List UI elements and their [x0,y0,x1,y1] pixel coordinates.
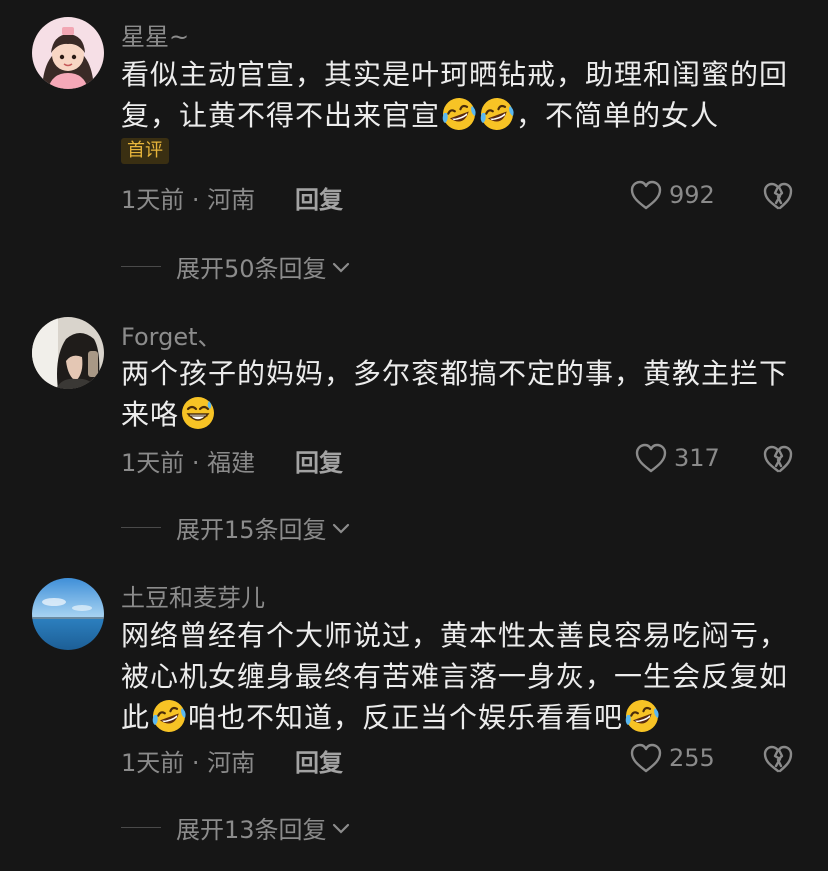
like-count: 255 [669,744,715,772]
expand-replies-button[interactable]: 展开15条回复 [121,510,351,545]
like-button[interactable]: 255 [629,742,715,774]
rofl-emoji [441,96,477,132]
username[interactable]: Forget、 [121,317,222,352]
like-button[interactable]: 992 [629,179,715,211]
username[interactable]: 星星~ [121,17,189,52]
comment-text: 网络曾经有个大师说过，黄本性太善良容易吃闷亏，被心机女缠身最终有苦难言落一身灰，… [121,615,801,738]
rofl-emoji [151,698,187,734]
like-button[interactable]: 317 [634,442,720,474]
broken-heart-icon[interactable] [762,444,794,474]
chevron-down-icon [332,262,349,273]
comment-text: 看似主动官宣，其实是叶珂晒钻戒，助理和闺蜜的回复，让黄不得不出来官宣 ，不简单的女… [121,54,801,136]
divider-line [121,266,161,267]
comment-text-part: ，不简单的女人 [516,99,720,132]
broken-heart-icon[interactable] [762,181,794,211]
comment-meta: 1天前 · 福建 [121,449,256,477]
heart-outline-icon [630,743,662,773]
comment-text-part: 咱也不知道，反正当个娱乐看看吧 [188,701,624,734]
grinning-sweat-emoji [180,395,216,431]
broken-heart-icon[interactable] [762,744,794,774]
comment-meta: 1天前 · 河南 [121,186,256,214]
like-count: 992 [669,181,715,209]
avatar[interactable] [32,17,104,89]
comment-text-part: 两个孩子的妈妈，多尔衮都搞不定的事，黄教主拦下来咯 [121,357,789,431]
heart-outline-icon [635,443,667,473]
first-comment-badge: 首评 [121,138,169,164]
reply-button[interactable]: 回复 [295,443,343,478]
comment-meta: 1天前 · 河南 [121,749,256,777]
username[interactable]: 土豆和麦芽儿 [121,578,265,613]
reply-button[interactable]: 回复 [295,743,343,778]
like-count: 317 [674,444,720,472]
rofl-emoji [624,698,660,734]
chevron-down-icon [332,523,349,534]
rofl-emoji [479,96,515,132]
chevron-down-icon [332,823,349,834]
divider-line [121,827,161,828]
expand-label: 展开15条回复 [176,516,327,544]
divider-line [121,527,161,528]
reply-button[interactable]: 回复 [295,180,343,215]
expand-replies-button[interactable]: 展开50条回复 [121,249,351,284]
avatar[interactable] [32,317,104,389]
heart-outline-icon [630,180,662,210]
expand-label: 展开13条回复 [176,816,327,844]
expand-label: 展开50条回复 [176,255,327,283]
expand-replies-button[interactable]: 展开13条回复 [121,810,351,845]
avatar[interactable] [32,578,104,650]
comment-text: 两个孩子的妈妈，多尔衮都搞不定的事，黄教主拦下来咯 [121,353,801,435]
